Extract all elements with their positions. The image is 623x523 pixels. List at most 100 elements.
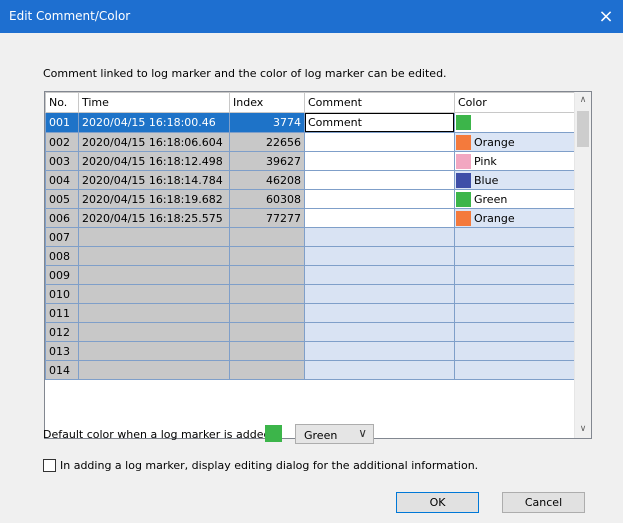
table-row[interactable]: 003 2020/04/15 16:18:12.498 39627 Pink bbox=[45, 151, 575, 171]
table-row[interactable]: 010 bbox=[45, 284, 575, 304]
cell-color[interactable]: Blue bbox=[454, 170, 575, 190]
cell-comment[interactable] bbox=[304, 132, 455, 152]
cell-index[interactable] bbox=[229, 341, 305, 361]
cell-index[interactable] bbox=[229, 284, 305, 304]
cell-no[interactable]: 013 bbox=[45, 341, 79, 361]
cell-comment[interactable]: Comment bbox=[304, 112, 455, 133]
cell-no[interactable]: 011 bbox=[45, 303, 79, 323]
cell-comment[interactable] bbox=[304, 208, 455, 228]
cell-time[interactable]: 2020/04/15 16:18:06.604 bbox=[78, 132, 230, 152]
cell-comment[interactable] bbox=[304, 322, 455, 342]
cell-time[interactable]: 2020/04/15 16:18:25.575 bbox=[78, 208, 230, 228]
table-row[interactable]: 005 2020/04/15 16:18:19.682 60308 Green bbox=[45, 189, 575, 209]
cell-index[interactable]: 77277 bbox=[229, 208, 305, 228]
cell-color[interactable]: Orange bbox=[454, 208, 575, 228]
cancel-button[interactable]: Cancel bbox=[502, 492, 585, 513]
cell-no[interactable]: 002 bbox=[45, 132, 79, 152]
ok-button[interactable]: OK bbox=[396, 492, 479, 513]
cell-time[interactable]: 2020/04/15 16:18:12.498 bbox=[78, 151, 230, 171]
table-row[interactable]: 002 2020/04/15 16:18:06.604 22656 Orange bbox=[45, 132, 575, 152]
cell-comment[interactable] bbox=[304, 284, 455, 304]
cell-no[interactable]: 003 bbox=[45, 151, 79, 171]
cell-color[interactable]: Orange bbox=[454, 132, 575, 152]
cell-comment[interactable] bbox=[304, 246, 455, 266]
cell-comment[interactable] bbox=[304, 151, 455, 171]
cell-time[interactable]: 2020/04/15 16:18:00.46 bbox=[78, 112, 230, 133]
column-header-no[interactable]: No. bbox=[45, 92, 79, 113]
column-header-color[interactable]: Color bbox=[454, 92, 575, 113]
close-icon[interactable]: × bbox=[589, 0, 623, 33]
cell-color[interactable] bbox=[454, 341, 575, 361]
cell-no[interactable]: 010 bbox=[45, 284, 79, 304]
cell-color[interactable] bbox=[454, 322, 575, 342]
cell-comment[interactable] bbox=[304, 303, 455, 323]
cell-no[interactable]: 007 bbox=[45, 227, 79, 247]
cell-comment[interactable] bbox=[304, 170, 455, 190]
cell-time[interactable] bbox=[78, 360, 230, 380]
cell-color[interactable] bbox=[454, 227, 575, 247]
cell-time[interactable] bbox=[78, 284, 230, 304]
cell-no[interactable]: 009 bbox=[45, 265, 79, 285]
cell-index[interactable]: 22656 bbox=[229, 132, 305, 152]
table-row[interactable]: 007 bbox=[45, 227, 575, 247]
cell-index[interactable] bbox=[229, 360, 305, 380]
cell-time[interactable] bbox=[78, 227, 230, 247]
cell-comment[interactable] bbox=[304, 227, 455, 247]
cell-color[interactable] bbox=[454, 246, 575, 266]
column-header-time[interactable]: Time bbox=[78, 92, 230, 113]
cell-no[interactable]: 001 bbox=[45, 112, 79, 133]
cell-comment[interactable] bbox=[304, 189, 455, 209]
cell-index[interactable] bbox=[229, 265, 305, 285]
cell-time[interactable] bbox=[78, 303, 230, 323]
scroll-thumb[interactable] bbox=[577, 111, 589, 147]
cell-index[interactable]: 3774 bbox=[229, 112, 305, 133]
scroll-down-icon[interactable]: ∨ bbox=[575, 421, 591, 438]
table-row[interactable]: 004 2020/04/15 16:18:14.784 46208 Blue bbox=[45, 170, 575, 190]
table-row[interactable]: 008 bbox=[45, 246, 575, 266]
scroll-up-icon[interactable]: ∧ bbox=[575, 92, 591, 109]
cell-color[interactable]: Green bbox=[454, 189, 575, 209]
cell-time[interactable] bbox=[78, 246, 230, 266]
cell-index[interactable]: 46208 bbox=[229, 170, 305, 190]
cell-color[interactable]: Pink bbox=[454, 151, 575, 171]
cell-index[interactable]: 39627 bbox=[229, 151, 305, 171]
cell-no[interactable]: 004 bbox=[45, 170, 79, 190]
vertical-scrollbar[interactable]: ∧ ∨ bbox=[574, 92, 591, 438]
table-row[interactable]: 006 2020/04/15 16:18:25.575 77277 Orange bbox=[45, 208, 575, 228]
cell-time[interactable] bbox=[78, 322, 230, 342]
cell-index[interactable] bbox=[229, 227, 305, 247]
cell-no[interactable]: 005 bbox=[45, 189, 79, 209]
table-row[interactable]: 009 bbox=[45, 265, 575, 285]
cell-no[interactable]: 006 bbox=[45, 208, 79, 228]
cell-color[interactable] bbox=[454, 360, 575, 380]
cell-index[interactable] bbox=[229, 246, 305, 266]
cell-comment[interactable] bbox=[304, 265, 455, 285]
cell-time[interactable]: 2020/04/15 16:18:19.682 bbox=[78, 189, 230, 209]
cell-color[interactable] bbox=[454, 284, 575, 304]
cell-time[interactable] bbox=[78, 265, 230, 285]
cell-color[interactable]: Green bbox=[454, 112, 575, 133]
display-dialog-checkbox[interactable] bbox=[43, 459, 56, 472]
cell-comment[interactable] bbox=[304, 360, 455, 380]
cell-no[interactable]: 008 bbox=[45, 246, 79, 266]
cell-color[interactable] bbox=[454, 303, 575, 323]
cell-no[interactable]: 012 bbox=[45, 322, 79, 342]
column-header-index[interactable]: Index bbox=[229, 92, 305, 113]
cell-time[interactable]: 2020/04/15 16:18:14.784 bbox=[78, 170, 230, 190]
table-row[interactable]: 012 bbox=[45, 322, 575, 342]
cell-comment[interactable] bbox=[304, 341, 455, 361]
table-row[interactable]: 013 bbox=[45, 341, 575, 361]
cell-time[interactable] bbox=[78, 341, 230, 361]
default-color-dropdown[interactable]: Green ∨ bbox=[295, 424, 374, 444]
cell-no[interactable]: 014 bbox=[45, 360, 79, 380]
cell-index[interactable] bbox=[229, 322, 305, 342]
table-row[interactable]: 001 2020/04/15 16:18:00.46 3774 Comment Gree… bbox=[45, 112, 575, 133]
table-row[interactable]: 014 bbox=[45, 360, 575, 380]
column-header-comment[interactable]: Comment bbox=[304, 92, 455, 113]
cell-color[interactable] bbox=[454, 265, 575, 285]
comment-input[interactable]: Comment bbox=[305, 113, 454, 132]
table-row[interactable]: 011 bbox=[45, 303, 575, 323]
cell-index[interactable] bbox=[229, 303, 305, 323]
cell-index[interactable]: 60308 bbox=[229, 189, 305, 209]
display-dialog-label[interactable]: In adding a log marker, display editing … bbox=[60, 459, 478, 472]
